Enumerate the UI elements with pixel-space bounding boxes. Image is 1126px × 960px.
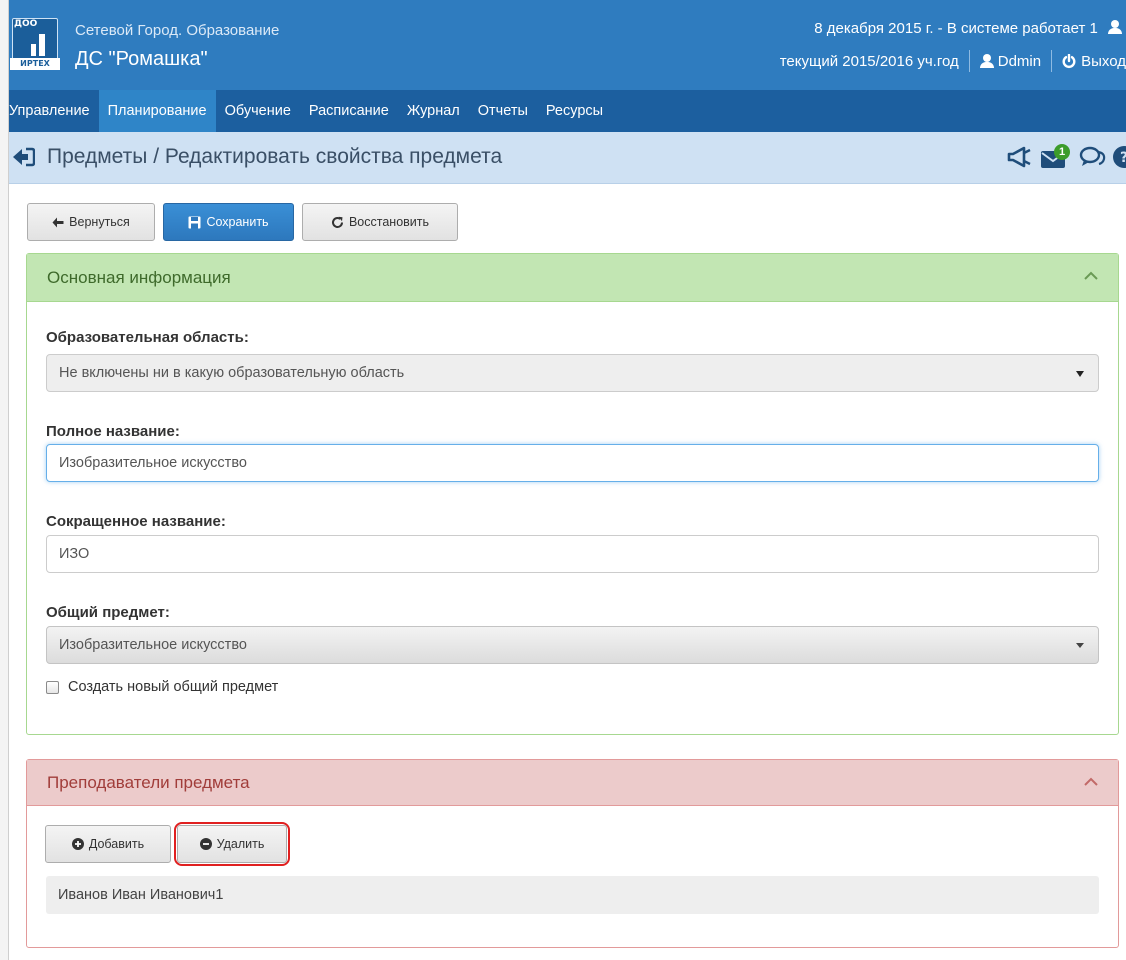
- breadcrumb-bar: Предметы / Редактировать свойства предме…: [9, 132, 1126, 184]
- arrow-left-icon: [52, 217, 64, 227]
- nav-item-journal[interactable]: Журнал: [398, 90, 469, 132]
- short-name-value: ИЗО: [59, 546, 90, 562]
- header-separator: [1051, 50, 1053, 72]
- restore-button-label: Восстановить: [348, 215, 430, 229]
- header-year-row: текущий 2015/2016 уч.год Ddmin Выход: [780, 50, 1126, 72]
- chat-icon[interactable]: [1078, 145, 1106, 169]
- main-info-title: Основная информация: [47, 268, 231, 287]
- nav-item-management[interactable]: Управление: [9, 90, 99, 132]
- breadcrumb: Предметы / Редактировать свойства предме…: [47, 145, 503, 168]
- save-button[interactable]: Сохранить: [163, 203, 294, 241]
- back-button-label: Вернуться: [69, 215, 130, 229]
- logo-bar-large: [39, 34, 45, 56]
- breadcrumb-actions: 1 ?: [1006, 144, 1126, 170]
- area-select[interactable]: Не включены ни в какую образовательную о…: [46, 354, 1099, 392]
- megaphone-icon[interactable]: [1006, 145, 1034, 169]
- header-separator: [968, 50, 970, 72]
- chevron-up-icon[interactable]: [1084, 777, 1098, 786]
- logout-link[interactable]: Выход: [1062, 53, 1126, 70]
- area-label: Образовательная область:: [46, 329, 249, 346]
- short-name-label: Сокращенное название:: [46, 513, 226, 530]
- nav-item-learning[interactable]: Обучение: [216, 90, 300, 132]
- logo-brand-text: ИРТЕХ: [10, 58, 60, 70]
- teachers-header[interactable]: Преподаватели предмета: [27, 760, 1118, 806]
- common-subject-value: Изобразительное искусство: [59, 637, 247, 653]
- minus-circle-icon: [199, 838, 212, 850]
- refresh-icon: [331, 216, 343, 228]
- add-teacher-button[interactable]: Добавить: [45, 825, 171, 863]
- delete-teacher-button[interactable]: Удалить: [177, 825, 287, 863]
- svg-text:?: ?: [1120, 150, 1126, 166]
- short-name-input[interactable]: ИЗО: [46, 535, 1099, 573]
- full-name-label: Полное название:: [46, 423, 180, 440]
- caret-down-icon: [1076, 643, 1084, 648]
- main-nav: Управление Планирование Обучение Расписа…: [9, 90, 1126, 132]
- common-subject-select[interactable]: Изобразительное искусство: [46, 626, 1099, 664]
- common-subject-label: Общий предмет:: [46, 604, 170, 621]
- full-name-value: Изобразительное искусство: [59, 455, 247, 471]
- header-info: 8 декабря 2015 г. - В системе работает 1…: [780, 20, 1126, 72]
- save-button-label: Сохранить: [206, 215, 269, 229]
- chevron-up-icon[interactable]: [1084, 271, 1098, 280]
- full-name-input[interactable]: Изобразительное искусство: [46, 444, 1099, 482]
- user-name: Ddmin: [997, 52, 1042, 70]
- back-arrow-icon[interactable]: [11, 147, 35, 167]
- app-header: ДОО ИРТЕХ Сетевой Город. Образование ДС …: [9, 0, 1126, 90]
- app-logo[interactable]: ДОО ИРТЕХ: [9, 18, 67, 76]
- nav-item-schedule[interactable]: Расписание: [300, 90, 398, 132]
- logo-bar-small: [31, 44, 36, 56]
- delete-teacher-label: Удалить: [216, 837, 265, 851]
- main-info-header[interactable]: Основная информация: [27, 254, 1118, 302]
- organization-title: ДС "Ромашка": [75, 48, 208, 70]
- create-common-subject-label[interactable]: Создать новый общий предмет: [68, 679, 278, 695]
- create-common-subject-checkbox[interactable]: [46, 680, 59, 694]
- app-title: Сетевой Город. Образование: [75, 22, 280, 39]
- app-window: ДОО ИРТЕХ Сетевой Город. Образование ДС …: [9, 0, 1126, 960]
- online-users-icon[interactable]: [1108, 20, 1122, 34]
- user-menu[interactable]: Ddmin: [979, 52, 1042, 70]
- mail-badge: 1: [1054, 144, 1070, 160]
- caret-down-icon: [1076, 371, 1084, 377]
- teachers-title: Преподаватели предмета: [47, 773, 250, 792]
- create-common-subject-row: Создать новый общий предмет: [46, 679, 278, 695]
- header-status-row: 8 декабря 2015 г. - В системе работает 1: [780, 20, 1126, 37]
- nav-item-reports[interactable]: Отчеты: [469, 90, 537, 132]
- nav-item-planning[interactable]: Планирование: [98, 90, 216, 132]
- academic-year-text[interactable]: текущий 2015/2016 уч.год: [780, 53, 959, 70]
- add-teacher-label: Добавить: [88, 837, 145, 851]
- help-icon[interactable]: ?: [1112, 145, 1126, 169]
- floppy-icon: [188, 216, 201, 228]
- restore-button[interactable]: Восстановить: [302, 203, 458, 241]
- nav-item-resources[interactable]: Ресурсы: [537, 90, 612, 132]
- logout-label: Выход: [1081, 52, 1126, 70]
- logo-doo-text: ДОО: [14, 19, 38, 29]
- teacher-list-item[interactable]: Иванов Иван Иванович1: [46, 876, 1099, 914]
- mail-icon[interactable]: 1: [1040, 144, 1072, 170]
- back-button[interactable]: Вернуться: [27, 203, 155, 241]
- system-status-text: 8 декабря 2015 г. - В системе работает 1: [814, 20, 1098, 37]
- window-edge: [0, 0, 9, 960]
- user-icon: [979, 54, 994, 68]
- power-icon: [1062, 53, 1076, 68]
- area-select-value: Не включены ни в какую образовательную о…: [59, 365, 405, 381]
- plus-circle-icon: [71, 838, 84, 850]
